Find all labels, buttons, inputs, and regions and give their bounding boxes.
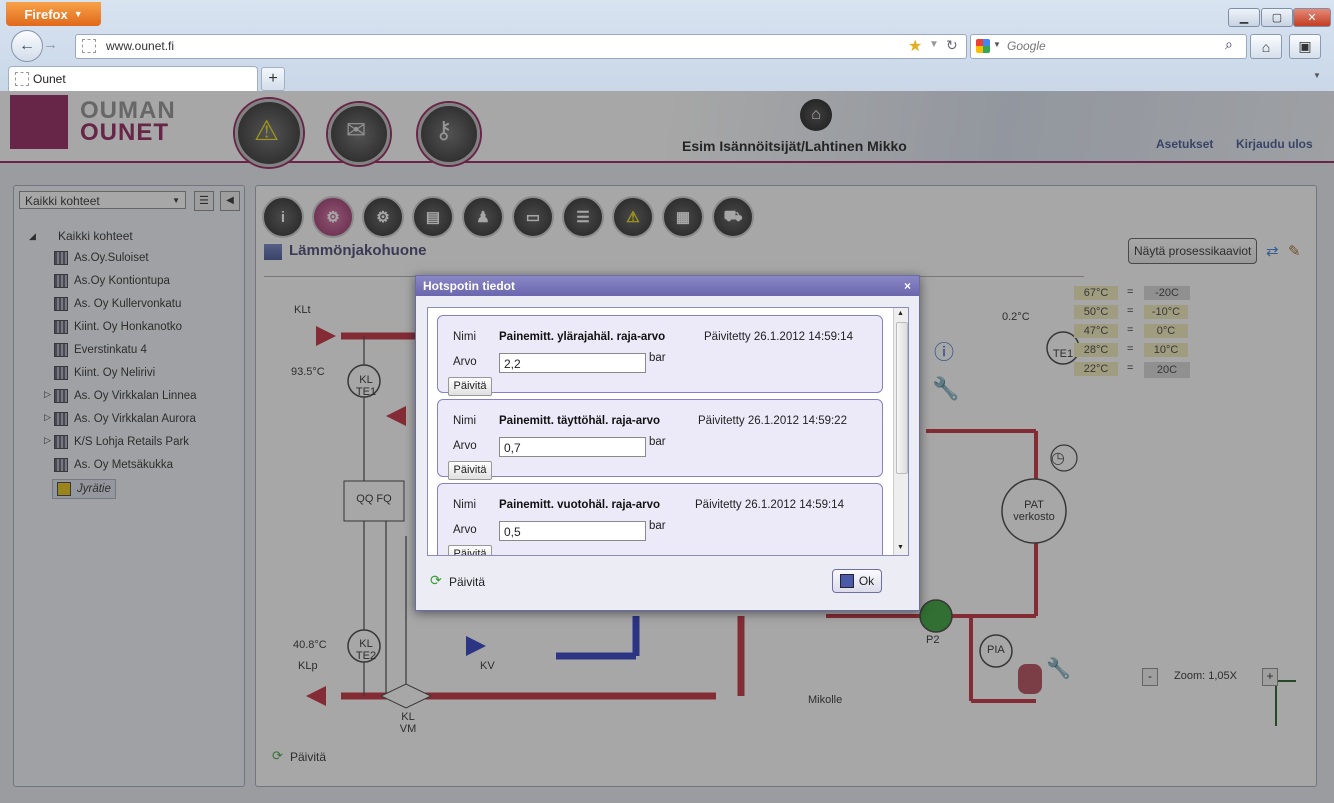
scroll-down-icon[interactable]: ▼	[897, 544, 904, 551]
save-disk-icon	[839, 574, 854, 588]
update-button[interactable]: Päivitä	[448, 461, 492, 480]
close-icon[interactable]: ×	[904, 276, 911, 296]
forward-arrow-icon: →	[43, 36, 58, 53]
hotspot-dialog: Hotspotin tiedot × Nimi Painemitt. ylära…	[415, 275, 920, 611]
refresh-icon[interactable]: ⟳	[430, 572, 442, 589]
google-icon	[976, 39, 990, 53]
maximize-button[interactable]: ▢	[1261, 8, 1293, 27]
unit-label: bar	[649, 352, 666, 364]
engine-dropdown-icon[interactable]: ▼	[993, 40, 1001, 49]
value-label: Arvo	[453, 440, 477, 452]
bookmarks-icon: ▣	[1298, 38, 1312, 54]
url-bar[interactable]: www.ounet.fi ★ ▼ ↻	[75, 34, 967, 59]
name-label: Nimi	[453, 331, 476, 343]
scroll-thumb[interactable]	[896, 322, 908, 474]
hotspot-list: Nimi Painemitt. ylärajahäl. raja-arvo Pä…	[427, 307, 909, 556]
scroll-up-icon[interactable]: ▲	[897, 310, 904, 317]
hotspot-name: Painemitt. ylärajahäl. raja-arvo	[499, 331, 666, 343]
updated-text: Päivitetty 26.1.2012 14:59:14	[704, 331, 853, 343]
new-tab-button[interactable]: +	[261, 67, 285, 91]
minimize-button[interactable]: ▁	[1228, 8, 1260, 27]
dropdown-arrow-icon[interactable]: ▼	[929, 39, 939, 50]
bookmarks-button[interactable]: ▣	[1289, 34, 1321, 59]
unit-label: bar	[649, 520, 666, 532]
ok-label: Ok	[858, 574, 875, 588]
hotspot-card: Nimi Painemitt. ylärajahäl. raja-arvo Pä…	[437, 315, 883, 396]
name-label: Nimi	[453, 415, 476, 427]
value-label: Arvo	[453, 356, 477, 368]
ok-button[interactable]: Ok	[832, 569, 882, 593]
plus-icon: +	[268, 70, 278, 87]
page-icon	[82, 39, 96, 53]
close-window-button[interactable]: ✕	[1293, 8, 1331, 27]
back-arrow-icon: ←	[19, 37, 35, 54]
value-input[interactable]: 2,2	[499, 353, 646, 373]
back-button[interactable]: ←	[11, 30, 43, 62]
hotspot-card: Nimi Painemitt. täyttöhäl. raja-arvo Päi…	[437, 399, 883, 480]
search-icon[interactable]: ⌕	[1225, 36, 1233, 53]
dialog-refresh-link[interactable]: Päivitä	[449, 575, 485, 589]
firefox-menu-button[interactable]: Firefox ▼	[6, 2, 101, 26]
updated-text: Päivitetty 26.1.2012 14:59:22	[698, 415, 847, 427]
home-button[interactable]: ⌂	[1250, 34, 1282, 59]
update-button[interactable]: Päivitä	[448, 377, 492, 396]
value-input[interactable]: 0,5	[499, 521, 646, 541]
list-scrollbar[interactable]: ▲ ▼	[893, 308, 908, 555]
hotspot-name: Painemitt. vuotohäl. raja-arvo	[499, 499, 661, 511]
update-button[interactable]: Päivitä	[448, 545, 492, 555]
firefox-menu-label: Firefox	[24, 6, 68, 22]
search-bar[interactable]: ▼ Google ⌕	[970, 34, 1247, 59]
home-icon: ⌂	[1261, 38, 1271, 55]
chevron-down-icon: ▼	[73, 9, 83, 19]
tab-list-icon[interactable]: ▼	[1313, 71, 1321, 80]
name-label: Nimi	[453, 499, 476, 511]
bookmark-star-icon[interactable]: ★	[908, 36, 922, 56]
unit-label: bar	[649, 436, 666, 448]
browser-chrome: Firefox ▼ ▁ ▢ ✕ ← → www.ounet.fi ★ ▼ ↻ ▼…	[0, 0, 1334, 92]
search-placeholder: Google	[1007, 39, 1046, 53]
url-text: www.ounet.fi	[106, 39, 175, 53]
hotspot-name: Painemitt. täyttöhäl. raja-arvo	[499, 415, 661, 427]
updated-text: Päivitetty 26.1.2012 14:59:14	[695, 499, 844, 511]
hotspot-card: Nimi Painemitt. vuotohäl. raja-arvo Päiv…	[437, 483, 883, 555]
value-label: Arvo	[453, 524, 477, 536]
reload-icon[interactable]: ↻	[946, 37, 958, 54]
dialog-titlebar[interactable]: Hotspotin tiedot ×	[416, 276, 919, 296]
browser-tab[interactable]: Ounet	[8, 66, 258, 91]
tab-title: Ounet	[33, 72, 66, 86]
forward-button[interactable]: →	[43, 36, 63, 56]
dialog-title: Hotspotin tiedot	[423, 279, 515, 293]
value-input[interactable]: 0,7	[499, 437, 646, 457]
tab-page-icon	[15, 72, 29, 86]
